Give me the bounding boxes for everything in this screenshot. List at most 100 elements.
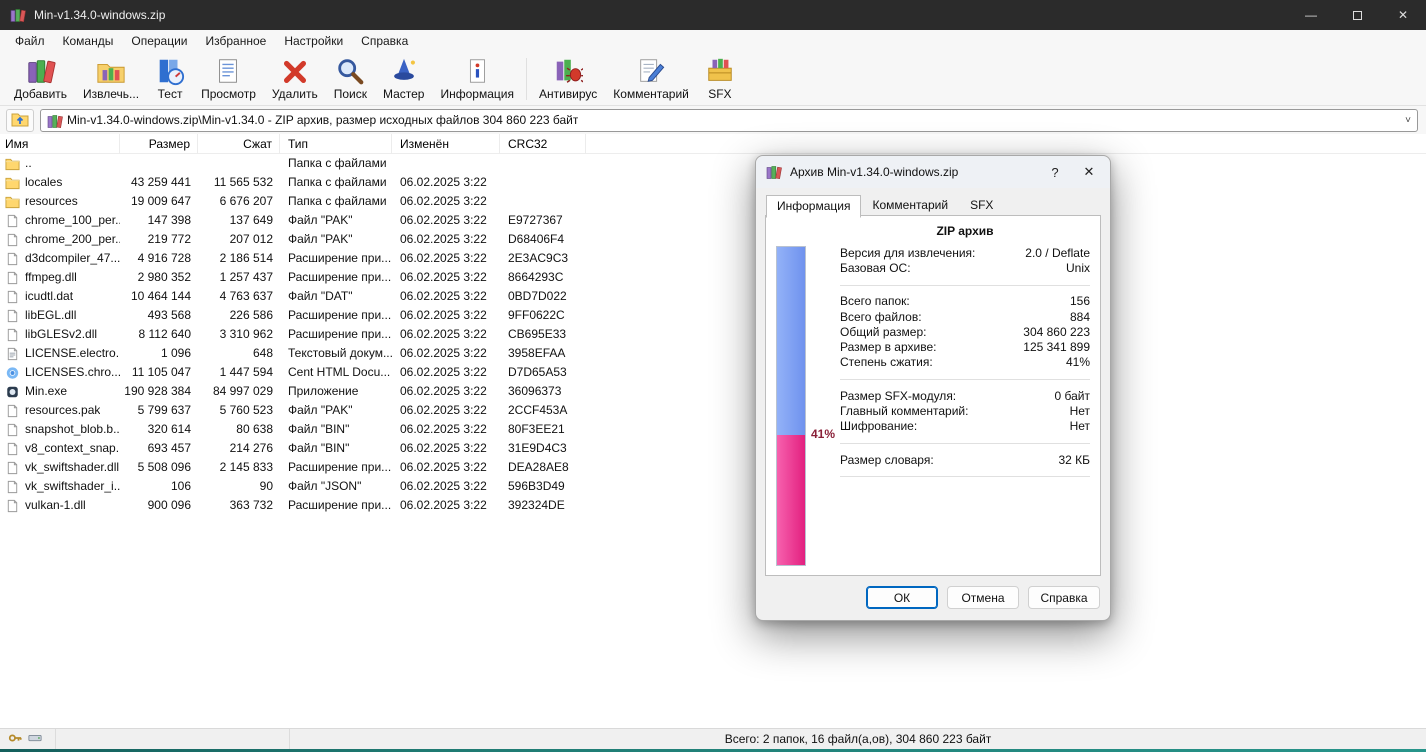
file-modified-cell: 06.02.2025 3:22 (392, 192, 500, 211)
find-button[interactable]: Поиск (326, 54, 375, 103)
cancel-button[interactable]: Отмена (947, 586, 1019, 609)
file-row[interactable]: vk_swiftshader_i...10690Файл "JSON"06.02… (0, 477, 1426, 496)
file-row[interactable]: LICENSE.electro...1 096648Текстовый доку… (0, 344, 1426, 363)
close-button[interactable]: ✕ (1380, 0, 1426, 30)
file-name-cell: resources.pak (0, 401, 120, 420)
file-row[interactable]: snapshot_blob.b...320 61480 638Файл "BIN… (0, 420, 1426, 439)
toolbar-button-label: Удалить (272, 87, 318, 101)
file-row[interactable]: icudtl.dat10 464 1444 763 637Файл "DAT"0… (0, 287, 1426, 306)
file-type-cell: Расширение при... (280, 458, 392, 477)
field-value: 125 341 899 (1023, 340, 1090, 354)
up-directory-button[interactable] (6, 109, 34, 132)
file-size-cell: 4 916 728 (120, 249, 198, 268)
file-row[interactable]: resources19 009 6476 676 207Папка с файл… (0, 192, 1426, 211)
column-header-type[interactable]: Тип (280, 134, 392, 154)
status-bar: Всего: 2 папок, 16 файл(а,ов), 304 860 2… (0, 728, 1426, 749)
file-modified-cell: 06.02.2025 3:22 (392, 287, 500, 306)
column-header-modified[interactable]: Изменён (392, 134, 500, 154)
file-row[interactable]: vulkan-1.dll900 096363 732Расширение при… (0, 496, 1426, 515)
file-name-cell: Min.exe (0, 382, 120, 401)
file-packed-cell: 648 (198, 344, 280, 363)
file-name-cell: resources (0, 192, 120, 211)
add-button[interactable]: Добавить (6, 54, 75, 103)
antivirus-button[interactable]: Антивирус (531, 54, 605, 103)
tab-info[interactable]: Информация (766, 195, 861, 218)
column-header-name[interactable]: Имя (0, 134, 120, 154)
column-header-crc32[interactable]: CRC32 (500, 134, 586, 154)
view-button[interactable]: Просмотр (193, 54, 264, 103)
minimize-button[interactable]: — (1288, 0, 1334, 30)
file-row[interactable]: ..Папка с файлами (0, 154, 1426, 173)
field-label: Размер в архиве: (840, 340, 936, 354)
dialog-title: Архив Min-v1.34.0-windows.zip (790, 165, 958, 179)
key-icon[interactable] (8, 731, 22, 748)
file-size-cell: 493 568 (120, 306, 198, 325)
comment-button[interactable]: Комментарий (605, 54, 697, 103)
file-row[interactable]: d3dcompiler_47...4 916 7282 186 514Расши… (0, 249, 1426, 268)
toolbar-button-label: Тест (158, 87, 183, 101)
file-modified-cell: 06.02.2025 3:22 (392, 173, 500, 192)
antivirus-icon (553, 56, 583, 86)
file-crc-cell: 596B3D49 (500, 477, 586, 496)
window-title: Min-v1.34.0-windows.zip (34, 8, 165, 22)
menu-item-settings[interactable]: Настройки (275, 31, 352, 51)
ok-button[interactable]: ОК (866, 586, 938, 609)
column-header-packed[interactable]: Сжат (198, 134, 280, 154)
column-header-size[interactable]: Размер (120, 134, 198, 154)
file-modified-cell: 06.02.2025 3:22 (392, 344, 500, 363)
file-packed-cell: 3 310 962 (198, 325, 280, 344)
file-row[interactable]: locales43 259 44111 565 532Папка с файла… (0, 173, 1426, 192)
info-button[interactable]: Информация (432, 54, 521, 103)
toolbar-button-label: Поиск (334, 87, 367, 101)
file-icon (5, 271, 20, 285)
file-packed-cell: 1 257 437 (198, 268, 280, 287)
file-type-cell: Файл "JSON" (280, 477, 392, 496)
help-button[interactable]: Справка (1028, 586, 1100, 609)
maximize-button[interactable] (1334, 0, 1380, 30)
file-packed-cell: 2 145 833 (198, 458, 280, 477)
file-row[interactable]: v8_context_snap...693 457214 276Файл "BI… (0, 439, 1426, 458)
test-button[interactable]: Тест (147, 54, 193, 103)
file-name-label: icudtl.dat (25, 287, 73, 306)
address-combobox[interactable]: Min-v1.34.0-windows.zip\Min-v1.34.0 - ZI… (40, 109, 1418, 132)
drive-icon[interactable] (28, 731, 42, 748)
sfx-button[interactable]: SFX (697, 54, 743, 103)
menu-item-commands[interactable]: Команды (54, 31, 123, 51)
menu-item-favorites[interactable]: Избранное (197, 31, 276, 51)
file-row[interactable]: ffmpeg.dll2 980 3521 257 437Расширение п… (0, 268, 1426, 287)
title-bar: Min-v1.34.0-windows.zip — ✕ (0, 0, 1426, 30)
file-row[interactable]: libEGL.dll493 568226 586Расширение при..… (0, 306, 1426, 325)
file-row[interactable]: vk_swiftshader.dll5 508 0962 145 833Расш… (0, 458, 1426, 477)
extract-button[interactable]: Извлечь... (75, 54, 147, 103)
file-packed-cell: 214 276 (198, 439, 280, 458)
file-row[interactable]: resources.pak5 799 6375 760 523Файл "PAK… (0, 401, 1426, 420)
file-icon (5, 328, 20, 342)
menu-item-help[interactable]: Справка (352, 31, 417, 51)
tab-comment[interactable]: Комментарий (861, 194, 959, 217)
delete-button[interactable]: Удалить (264, 54, 326, 103)
file-modified-cell: 06.02.2025 3:22 (392, 230, 500, 249)
menu-item-file[interactable]: Файл (6, 31, 54, 51)
file-row[interactable]: LICENSES.chro...11 105 0471 447 594Cent … (0, 363, 1426, 382)
archive-type-heading: ZIP архив (840, 224, 1090, 238)
file-row[interactable]: Min.exe190 928 38484 997 029Приложение06… (0, 382, 1426, 401)
wizard-icon (389, 56, 419, 86)
wizard-button[interactable]: Мастер (375, 54, 433, 103)
dialog-help-button[interactable]: ? (1038, 159, 1072, 185)
file-modified-cell: 06.02.2025 3:22 (392, 211, 500, 230)
file-size-cell: 5 799 637 (120, 401, 198, 420)
file-name-cell: icudtl.dat (0, 287, 120, 306)
info-field-row: Всего папок:156 (840, 294, 1090, 309)
dialog-close-button[interactable]: ✕ (1072, 159, 1106, 185)
menu-item-operations[interactable]: Операции (122, 31, 196, 51)
file-name-label: libEGL.dll (25, 306, 76, 325)
file-icon (5, 442, 20, 456)
file-row[interactable]: chrome_200_per...219 772207 012Файл "PAK… (0, 230, 1426, 249)
tab-sfx[interactable]: SFX (959, 194, 1004, 217)
file-modified-cell: 06.02.2025 3:22 (392, 496, 500, 515)
field-label: Размер SFX-модуля: (840, 389, 956, 403)
field-label: Всего файлов: (840, 310, 922, 324)
file-row[interactable]: libGLESv2.dll8 112 6403 310 962Расширени… (0, 325, 1426, 344)
help-icon: ? (1051, 165, 1058, 180)
file-row[interactable]: chrome_100_per...147 398137 649Файл "PAK… (0, 211, 1426, 230)
